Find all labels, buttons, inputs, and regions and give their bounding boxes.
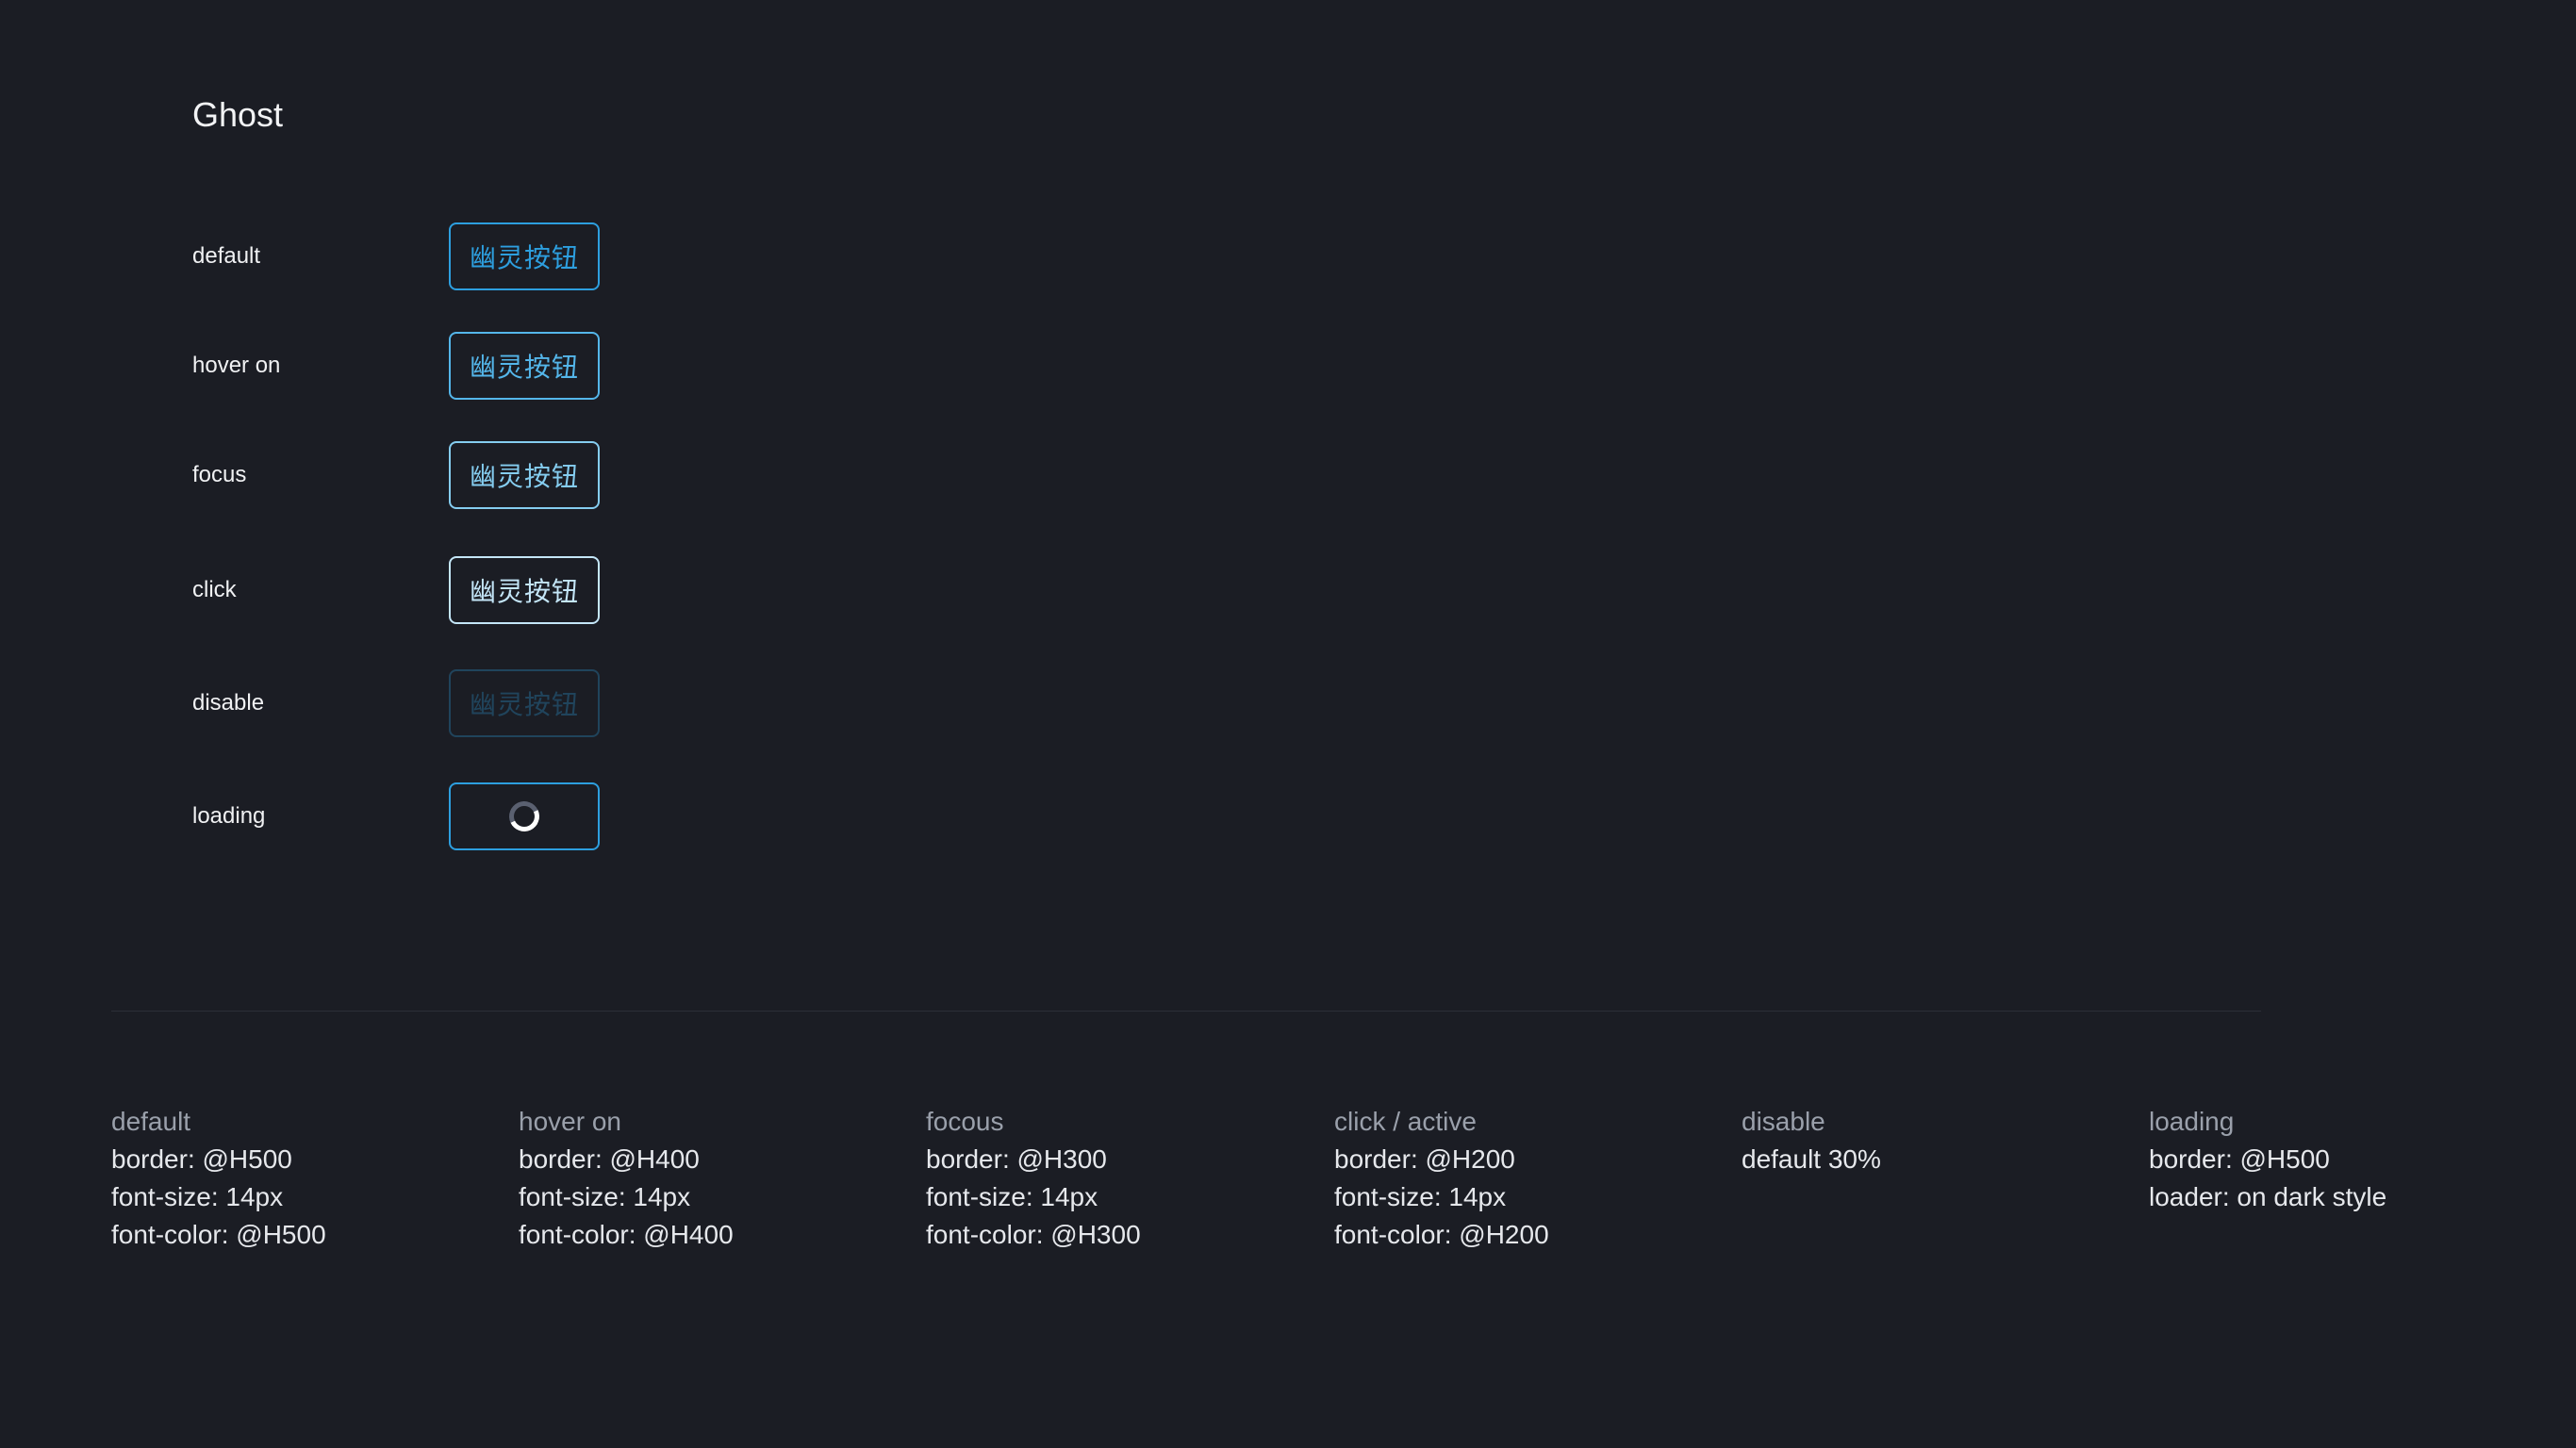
row-label: disable: [192, 690, 265, 716]
spec-line: font-size: 14px: [111, 1182, 284, 1211]
spec-line: font-size: 14px: [1334, 1182, 1507, 1211]
spec-line: font-color: @H400: [519, 1220, 734, 1249]
ghost-button-loading[interactable]: [449, 782, 600, 850]
spec-line: font-size: 14px: [926, 1182, 1098, 1211]
spec-title: default: [111, 1107, 191, 1136]
row-focus: focus 幽灵按钮: [192, 441, 600, 509]
row-default: default 幽灵按钮: [192, 222, 600, 290]
spec-line: border: @H500: [2149, 1144, 2330, 1174]
spec-disable: disable default 30%: [1742, 1103, 2138, 1178]
spec-title: hover on: [519, 1107, 621, 1136]
ghost-button-hover[interactable]: 幽灵按钮: [449, 332, 600, 400]
section-title: Ghost: [192, 95, 284, 134]
row-label: focus: [192, 462, 247, 487]
spec-hover: hover on border: @H400 font-size: 14px f…: [519, 1103, 915, 1254]
ghost-button-focus[interactable]: 幽灵按钮: [449, 441, 600, 509]
row-label: default: [192, 243, 261, 269]
spec-line: loader: on dark style: [2149, 1182, 2387, 1211]
spinner-icon: [504, 797, 544, 836]
spec-line: border: @H200: [1334, 1144, 1515, 1174]
spec-title: focous: [926, 1107, 1004, 1136]
spec-line: font-size: 14px: [519, 1182, 691, 1211]
divider: [111, 1011, 2261, 1012]
spec-line: font-color: @H500: [111, 1220, 326, 1249]
spec-title: loading: [2149, 1107, 2235, 1136]
spec-line: border: @H300: [926, 1144, 1107, 1174]
row-hover: hover on 幽灵按钮: [192, 332, 600, 400]
row-label: click: [192, 577, 237, 602]
spec-title: click / active: [1334, 1107, 1477, 1136]
row-disable: disable 幽灵按钮: [192, 669, 600, 737]
spec-line: border: @H400: [519, 1144, 700, 1174]
row-label: hover on: [192, 353, 281, 378]
row-click: click 幽灵按钮: [192, 556, 600, 624]
ghost-button-click[interactable]: 幽灵按钮: [449, 556, 600, 624]
spec-line: font-color: @H300: [926, 1220, 1141, 1249]
spec-line: font-color: @H200: [1334, 1220, 1549, 1249]
spec-line: border: @H500: [111, 1144, 292, 1174]
page: Ghost default 幽灵按钮 hover on 幽灵按钮 focus 幽…: [0, 0, 2576, 1448]
row-loading: loading: [192, 782, 600, 850]
row-label: loading: [192, 803, 266, 829]
spec-focus: focous border: @H300 font-size: 14px fon…: [926, 1103, 1322, 1254]
ghost-button-default[interactable]: 幽灵按钮: [449, 222, 600, 290]
spec-default: default border: @H500 font-size: 14px fo…: [111, 1103, 507, 1254]
spec-line: default 30%: [1742, 1144, 1881, 1174]
spec-title: disable: [1742, 1107, 1825, 1136]
ghost-button-disabled: 幽灵按钮: [449, 669, 600, 737]
spec-loading: loading border: @H500 loader: on dark st…: [2149, 1103, 2545, 1216]
spec-click: click / active border: @H200 font-size: …: [1334, 1103, 1730, 1254]
